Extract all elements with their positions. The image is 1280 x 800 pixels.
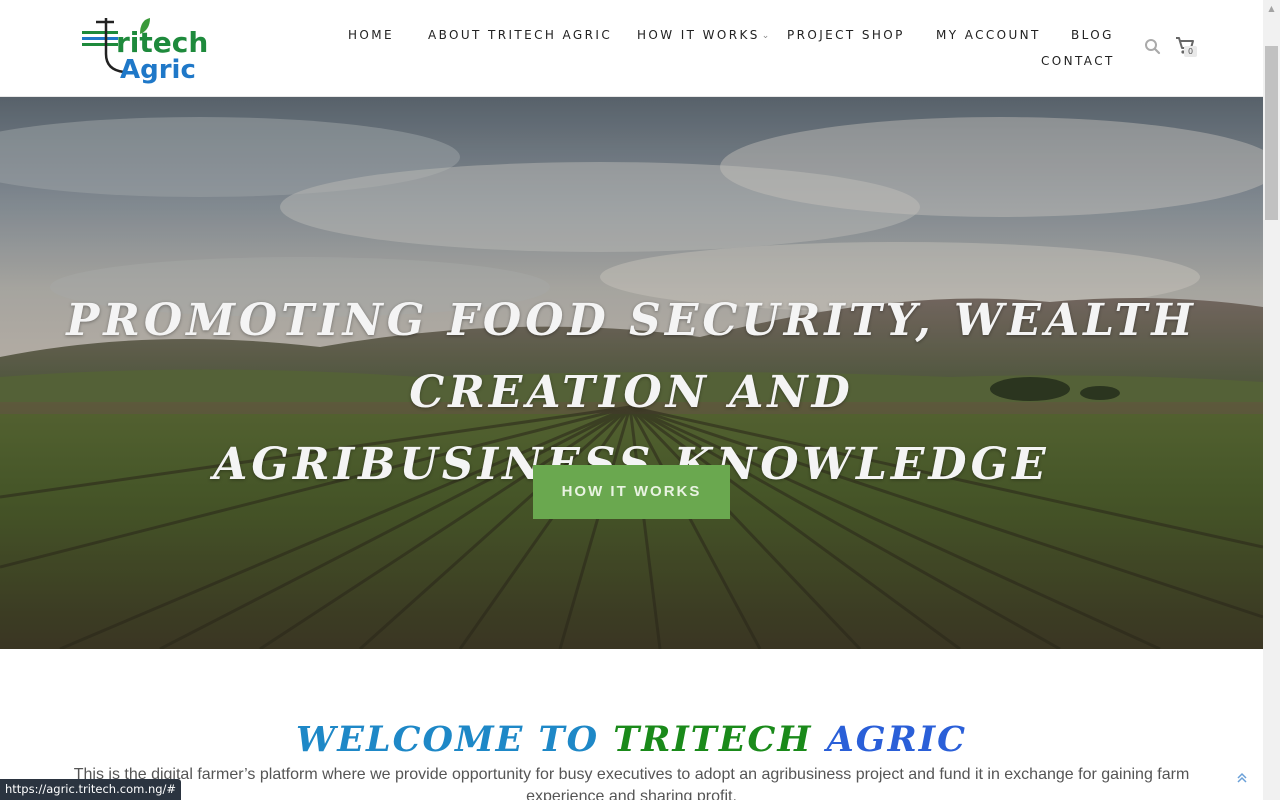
nav-item-project-shop[interactable]: PROJECT SHOP bbox=[787, 28, 905, 42]
nav-item-how-it-works[interactable]: HOW IT WORKS ⌄ bbox=[637, 28, 769, 42]
hero-title-line1: PROMOTING FOOD SECURITY, WEALTH CREATION… bbox=[66, 295, 1197, 418]
nav-item-home[interactable]: HOME bbox=[348, 28, 394, 42]
nav-item-contact[interactable]: CONTACT bbox=[1041, 54, 1115, 68]
logo-graphic: ritech Agric bbox=[82, 18, 208, 84]
nav-item-about[interactable]: ABOUT TRITECH AGRIC bbox=[428, 28, 612, 42]
welcome-description: This is the digital farmer’s platform wh… bbox=[73, 766, 1190, 800]
page-scrollbar[interactable]: ▲ bbox=[1263, 0, 1280, 800]
cart-count-badge: 0 bbox=[1184, 46, 1197, 57]
scroll-up-arrow-icon[interactable]: ▲ bbox=[1263, 0, 1280, 17]
welcome-heading-part2: TRITECH bbox=[613, 719, 813, 760]
nav-item-my-account[interactable]: MY ACCOUNT bbox=[936, 28, 1041, 42]
search-icon[interactable] bbox=[1144, 38, 1162, 56]
page: ritech Agric HOME ABOUT TRITECH AGRIC HO… bbox=[0, 0, 1263, 800]
logo-text-line2: Agric bbox=[120, 55, 196, 84]
welcome-heading-part3: AGRIC bbox=[826, 719, 967, 760]
nav-item-blog[interactable]: BLOG bbox=[1071, 28, 1114, 42]
double-chevron-up-icon[interactable] bbox=[1234, 770, 1250, 786]
scrollbar-thumb[interactable] bbox=[1265, 46, 1278, 220]
welcome-heading: WELCOME TO TRITECH AGRIC bbox=[0, 718, 1263, 762]
nav-item-how-it-works-label: HOW IT WORKS bbox=[637, 28, 760, 42]
browser-status-bar: https://agric.tritech.com.ng/# bbox=[0, 779, 182, 800]
site-header: ritech Agric HOME ABOUT TRITECH AGRIC HO… bbox=[0, 0, 1263, 97]
how-it-works-button[interactable]: HOW IT WORKS bbox=[533, 465, 730, 519]
main-nav: HOME ABOUT TRITECH AGRIC HOW IT WORKS ⌄ P… bbox=[330, 22, 1120, 82]
hero-banner: PROMOTING FOOD SECURITY, WEALTH CREATION… bbox=[0, 97, 1263, 649]
chevron-down-icon: ⌄ bbox=[761, 31, 770, 41]
welcome-heading-part1: WELCOME TO bbox=[296, 719, 600, 760]
site-logo[interactable]: ritech Agric bbox=[80, 14, 230, 84]
